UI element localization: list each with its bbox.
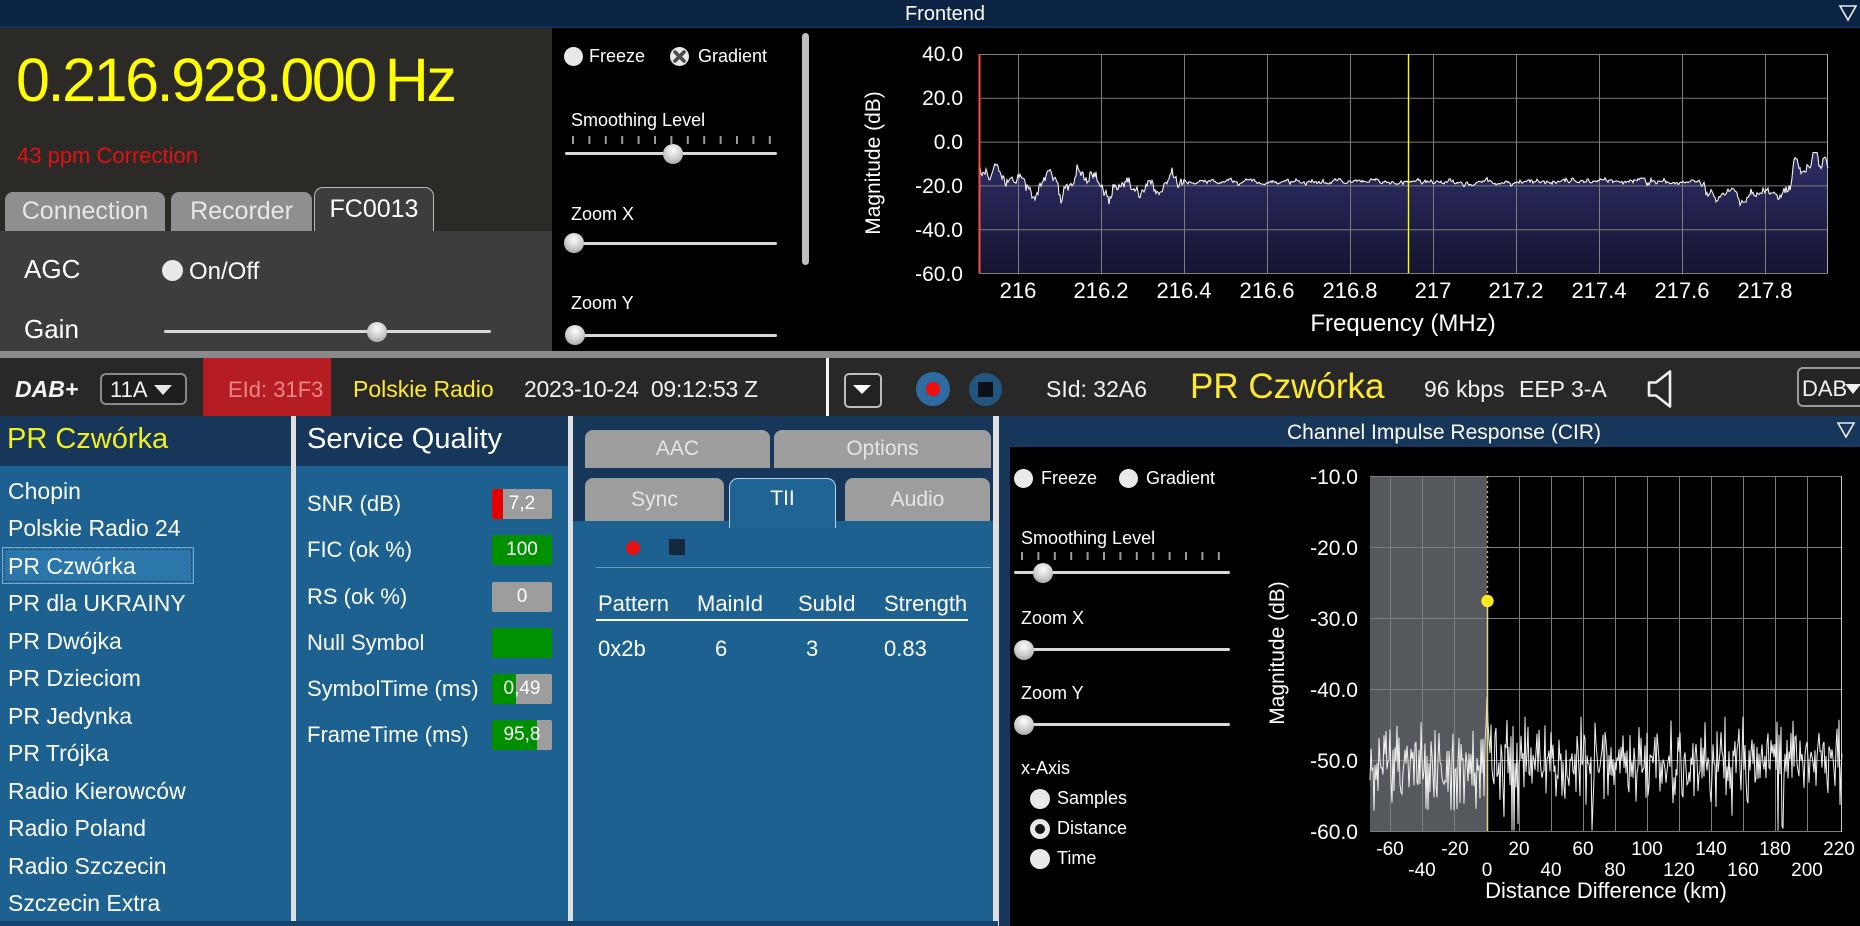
svg-text:220: 220 (1823, 839, 1855, 860)
svg-text:200: 200 (1791, 860, 1823, 881)
svg-text:-60: -60 (1376, 839, 1403, 860)
svg-text:60: 60 (1572, 839, 1593, 860)
svg-text:-30.0: -30.0 (1310, 608, 1358, 631)
svg-text:Distance Difference (km): Distance Difference (km) (1485, 878, 1727, 903)
svg-text:-60.0: -60.0 (1310, 821, 1358, 844)
svg-text:-10.0: -10.0 (1310, 466, 1358, 489)
svg-text:160: 160 (1727, 860, 1759, 881)
svg-text:Magnitude (dB): Magnitude (dB) (1266, 581, 1289, 725)
svg-text:20: 20 (1508, 839, 1529, 860)
svg-text:-40.0: -40.0 (1310, 679, 1358, 702)
svg-text:-20: -20 (1441, 839, 1468, 860)
svg-text:100: 100 (1631, 839, 1663, 860)
svg-text:-50.0: -50.0 (1310, 750, 1358, 773)
svg-text:140: 140 (1695, 839, 1727, 860)
svg-text:-20.0: -20.0 (1310, 537, 1358, 560)
svg-text:-40: -40 (1408, 860, 1435, 881)
svg-text:180: 180 (1759, 839, 1791, 860)
